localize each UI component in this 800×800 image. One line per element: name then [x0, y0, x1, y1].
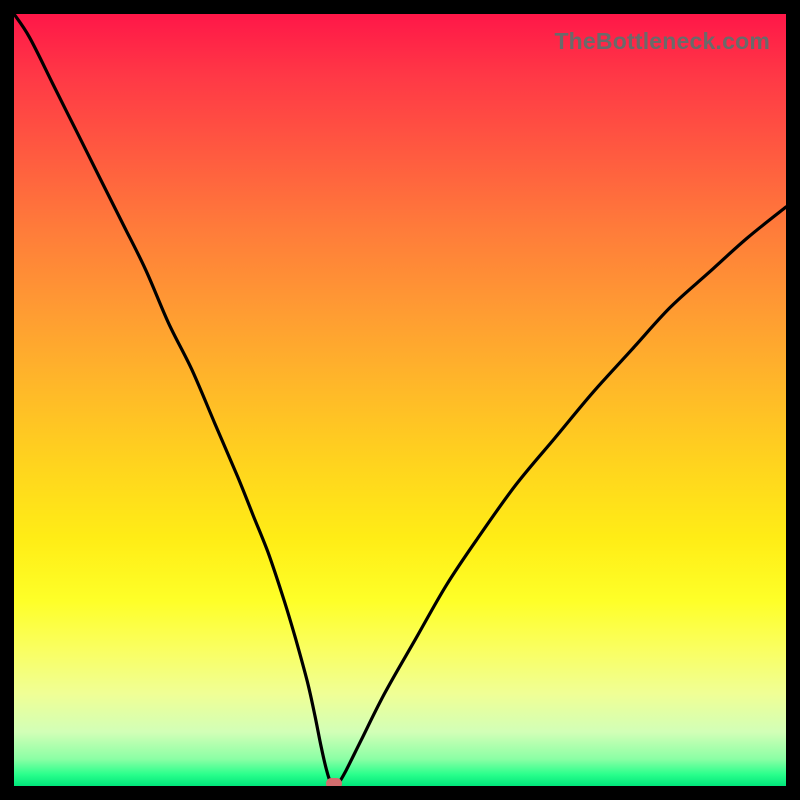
plot-area: TheBottleneck.com [14, 14, 786, 786]
bottleneck-curve [14, 14, 786, 786]
chart-container: TheBottleneck.com [0, 0, 800, 800]
optimum-marker [326, 778, 342, 787]
